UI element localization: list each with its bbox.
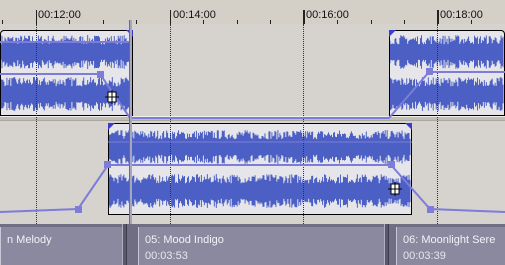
- ruler-major-tick: [170, 10, 171, 24]
- clip-duration: 00:03:53: [145, 250, 188, 262]
- clip-name: 06: Moonlight Sere: [403, 234, 496, 246]
- timeline-area[interactable]: [0, 24, 505, 224]
- ruler-label-1400: 00:14:00: [173, 9, 216, 21]
- ruler-label-1600: 00:16:00: [306, 9, 349, 21]
- clip-tile-mood-indigo[interactable]: 05: Mood Indigo 00:03:53: [138, 227, 384, 265]
- ruler-label-1800: 00:18:00: [440, 9, 483, 21]
- envelope-handle: [426, 68, 433, 75]
- clip-tile-melody[interactable]: n Melody: [0, 227, 122, 265]
- ruler-major-tick: [438, 10, 439, 24]
- envelope-line-track-2: [0, 164, 505, 213]
- envelope-line-track-1b: [0, 71, 505, 119]
- envelope-handle: [97, 71, 104, 78]
- fade-cursor-icon: [105, 90, 119, 104]
- clip-duration: 00:03:39: [403, 250, 446, 262]
- volume-envelope-overlay[interactable]: [0, 24, 505, 224]
- ruler-major-tick: [36, 10, 37, 24]
- timeline-ruler[interactable]: 00:12:00 00:14:00 00:16:00 00:18:00: [0, 0, 505, 25]
- ruler-major-tick: [437, 10, 438, 24]
- clip-corner-marker: [405, 123, 412, 130]
- fade-cursor-icon: [388, 182, 402, 196]
- clip-separator[interactable]: [122, 224, 127, 265]
- envelope-handle: [388, 161, 395, 168]
- clip-name: 05: Mood Indigo: [145, 234, 224, 246]
- clip-tile-moonlight-serenade[interactable]: 06: Moonlight Sere 00:03:39: [396, 227, 505, 265]
- clip-separator[interactable]: [384, 224, 389, 265]
- clip-strip: n Melody 05: Mood Indigo 00:03:53 06: Mo…: [0, 224, 505, 265]
- clip-corner-marker: [389, 30, 396, 37]
- envelope-handle: [427, 206, 434, 213]
- ruler-major-tick: [304, 10, 305, 24]
- clip-name: n Melody: [7, 234, 52, 246]
- envelope-handle: [104, 161, 111, 168]
- ruler-label-1200: 00:12:00: [38, 9, 81, 21]
- ruler-major-tick: [303, 10, 304, 24]
- envelope-handle: [75, 206, 82, 213]
- clip-corner-marker: [108, 123, 115, 130]
